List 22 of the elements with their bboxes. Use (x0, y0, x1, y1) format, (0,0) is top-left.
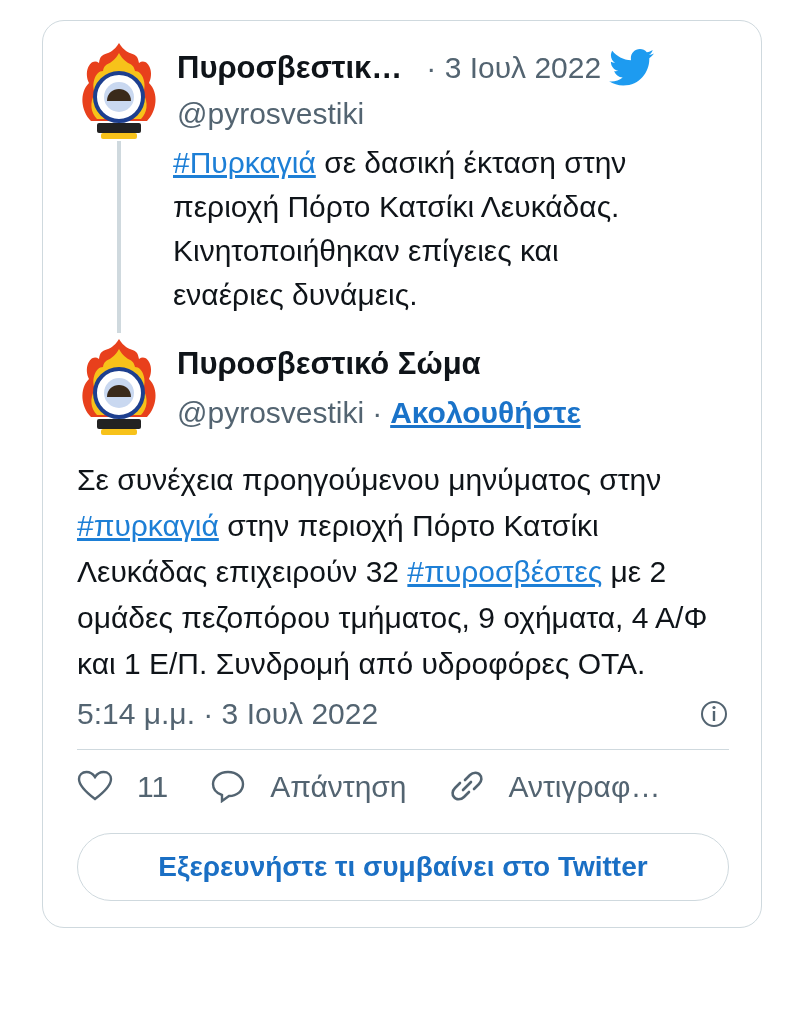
copy-action[interactable]: Αντιγραφ… (448, 763, 661, 809)
explore-button[interactable]: Εξερευνήστε τι συμβαίνει στο Twitter (77, 832, 729, 901)
author-handle[interactable]: @pyrosvestiki (177, 95, 729, 133)
tweet-date[interactable]: · 3 Ιουλ 2022 (426, 49, 602, 87)
tweet-text: Σε συνέχεια προηγούμενου μηνύματος στην #πυρκαγιά στην περιοχή Πόρτο Κατσίκι Λευκάδας επιχειρούν 32 #πυροσβέστες με 2 ομάδες πεζοπόρου τμήματος, 9 οχήματα, 4 Α/Φ και 1 Ε/Π. Συνδρομή από υδροφόρες ΟΤΑ. (77, 462, 709, 682)
heart-icon (77, 770, 113, 802)
author-name[interactable]: Πυροσβεστικ… (177, 49, 403, 87)
like-action[interactable]: 11 (77, 763, 169, 809)
speech-bubble-icon (210, 769, 247, 803)
bird-logo-icon[interactable] (609, 49, 656, 87)
follow-link[interactable]: Ακολουθήστε (390, 390, 581, 436)
separator-dot: · (372, 394, 383, 431)
hashtag-link[interactable]: #Πυρκαγιά (173, 146, 316, 179)
reply-action[interactable]: Απάντηση (210, 763, 407, 809)
info-icon[interactable] (699, 698, 729, 729)
tweet-text: #Πυρκαγιά σε δασική έκταση στην περιοχή Πόρτο Κατσίκι Λευκάδας. Κινητοποιήθηκαν επίγειες και εναέριες δυνάμεις. (173, 145, 628, 313)
hashtag-link[interactable]: #πυροσβέστες (407, 555, 603, 588)
link-icon (448, 768, 485, 804)
tweet-timestamp[interactable]: 5:14 μ.μ. · 3 Ιουλ 2022 (77, 695, 379, 733)
author-handle[interactable]: @pyrosvestiki (177, 393, 365, 432)
author-name[interactable]: Πυροσβεστικό Σώμα (177, 345, 729, 383)
hashtag-link[interactable]: #πυρκαγιά (77, 509, 219, 542)
